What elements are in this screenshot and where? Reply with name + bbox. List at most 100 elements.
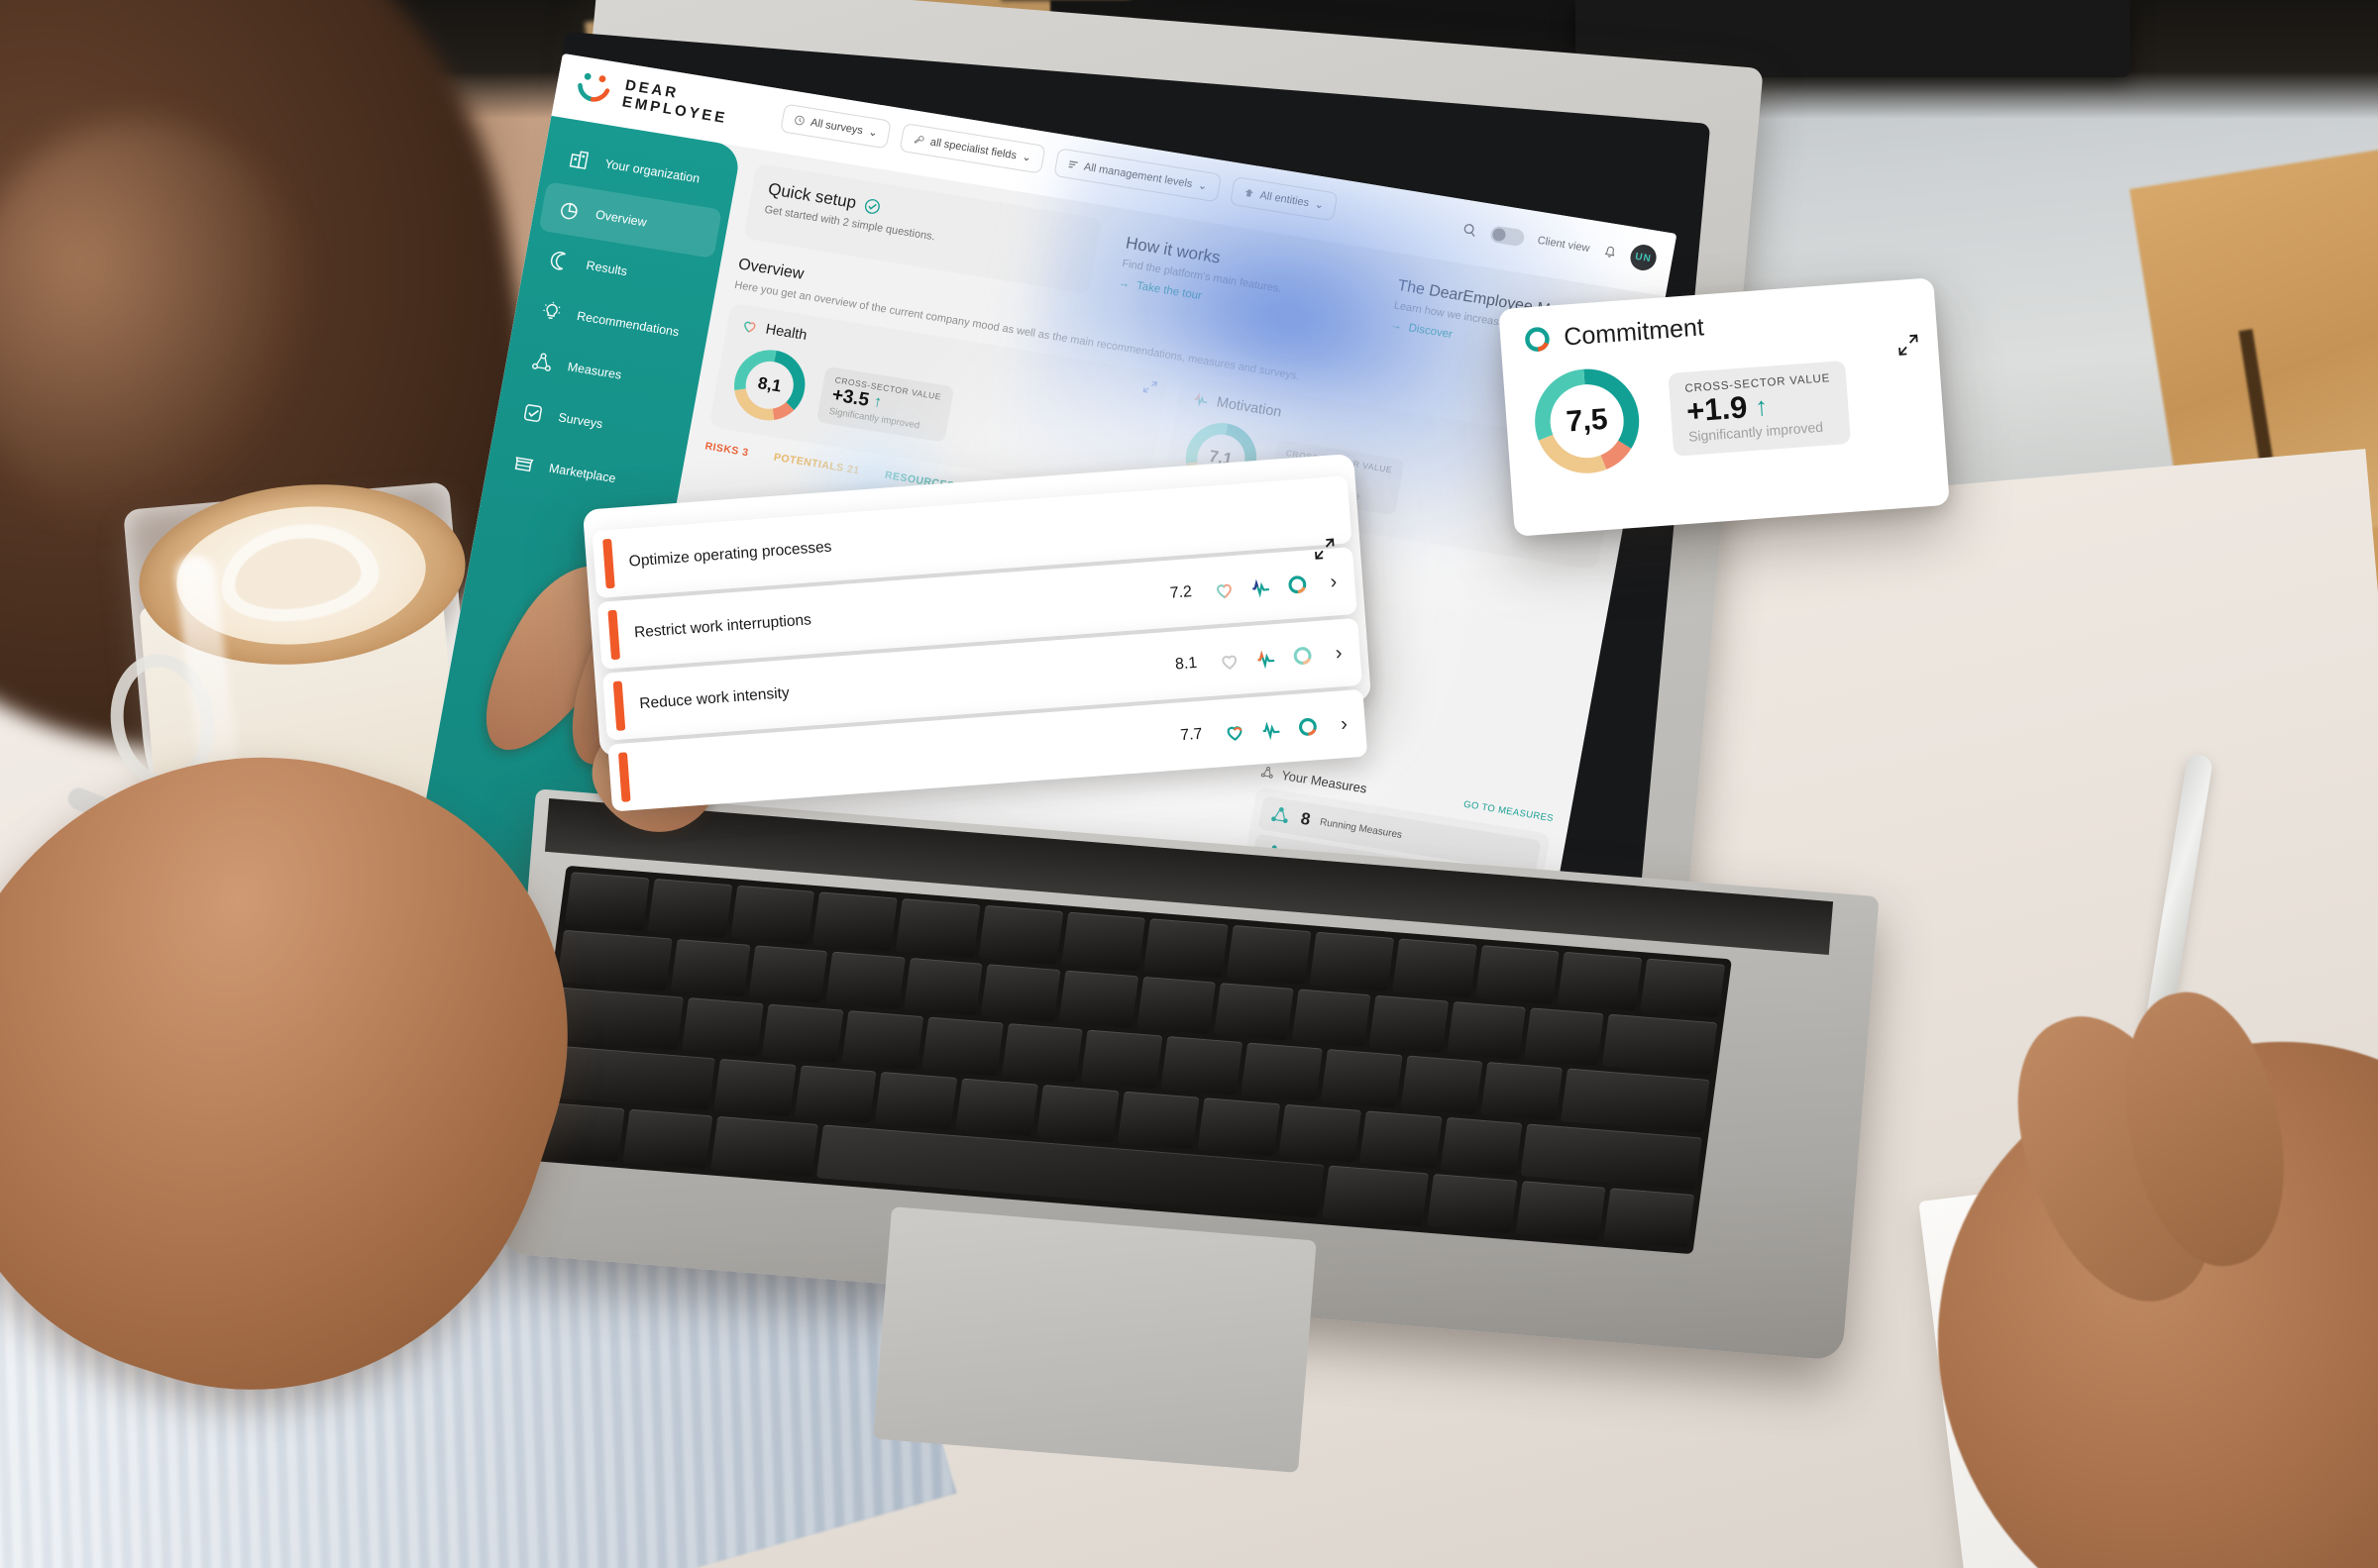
chevron-right-icon[interactable]: › <box>1335 642 1343 665</box>
topbar-actions: Client view UN <box>1460 216 1659 272</box>
filter-label: All entities <box>1258 188 1311 209</box>
expand-icon[interactable] <box>1895 332 1921 358</box>
dear-employee-logo-icon <box>572 66 618 112</box>
priority-bar <box>607 609 621 661</box>
sidebar-item-label: Measures <box>566 360 623 382</box>
pulse-icon <box>1263 721 1280 741</box>
recommendation-icons <box>1213 573 1309 601</box>
filter-specialist-fields[interactable]: all specialist fields ⌄ <box>899 123 1046 174</box>
filter-management-levels[interactable]: All management levels ⌄ <box>1052 148 1222 203</box>
building-icon <box>1244 188 1253 197</box>
metric-motivation-name: Motivation <box>1215 393 1283 421</box>
network-icon <box>532 353 551 371</box>
ring-icon <box>1525 327 1550 352</box>
levels-icon <box>1068 160 1078 168</box>
avatar[interactable]: UN <box>1628 243 1659 272</box>
filter-all-entities[interactable]: All entities ⌄ <box>1229 175 1339 222</box>
bell-icon[interactable] <box>1602 245 1618 261</box>
client-view-toggle[interactable] <box>1488 224 1526 247</box>
right-hand-finger-2 <box>2103 978 2307 1281</box>
metric-health-name: Health <box>764 321 809 344</box>
recommendation-score: 8.1 <box>1174 654 1198 674</box>
go-to-measures-link[interactable]: GO TO MEASURES <box>1462 799 1555 825</box>
pie-chart-icon <box>561 202 578 220</box>
filter-label: All surveys <box>810 116 864 137</box>
priority-bar <box>617 752 631 802</box>
commitment-cross-sector-value: CROSS-SECTOR VALUE +1.9 ↑ Significantly … <box>1668 360 1851 457</box>
background-wood-seam <box>2238 329 2333 840</box>
commitment-floating-card[interactable]: Commitment 7,5 CROSS-SECTOR VALUE +1.9 ↑… <box>1498 277 1950 537</box>
commitment-body: 7,5 CROSS-SECTOR VALUE +1.9 ↑ Significan… <box>1525 339 1925 484</box>
client-view-label: Client view <box>1536 234 1591 256</box>
latte-leaf-1 <box>214 514 384 631</box>
filter-label: all specialist fields <box>928 136 1018 161</box>
ring-icon <box>1288 575 1307 594</box>
brand-name: DEAR EMPLOYEE <box>621 77 732 128</box>
pulse-icon <box>1194 392 1207 407</box>
recommendation-score: 7.7 <box>1179 725 1204 745</box>
priority-bar <box>602 538 615 589</box>
sidebar-item-label: Your organization <box>603 157 702 186</box>
heart-icon <box>1222 655 1238 670</box>
photo-scene: DEAR EMPLOYEE All surveys ⌄ all speciali… <box>0 0 2378 1568</box>
sidebar-item-label: Surveys <box>557 410 604 432</box>
background-wood-bench-2 <box>2228 484 2378 962</box>
chevron-right-icon[interactable]: › <box>1330 571 1338 593</box>
running-label: Running Measures <box>1319 816 1403 841</box>
health-donut-chart: 8,1 <box>724 341 814 429</box>
network-icon <box>1271 806 1288 824</box>
arrow-up-icon: ↑ <box>1754 390 1770 422</box>
filter-label: All management levels <box>1083 160 1194 190</box>
chevron-down-icon: ⌄ <box>1313 198 1326 212</box>
store-icon <box>514 457 534 472</box>
notebook <box>1918 1138 2378 1568</box>
notebook-spiral <box>2254 1173 2339 1568</box>
sidebar-item-label: Marketplace <box>547 461 617 486</box>
latte-leaf-2 <box>229 530 366 617</box>
laptop-trackpad[interactable] <box>873 1206 1317 1473</box>
running-count: 8 <box>1299 808 1313 829</box>
network-icon <box>1260 767 1273 779</box>
recommendation-icons <box>1218 644 1314 673</box>
background-wood-bench <box>2129 114 2378 738</box>
recommendation-icons <box>1224 715 1320 744</box>
chevron-down-icon: ⌄ <box>1021 151 1032 164</box>
discover-label: Discover <box>1407 322 1454 342</box>
moon-chart-icon <box>550 252 566 270</box>
chevron-right-icon[interactable]: › <box>1340 712 1348 735</box>
pulse-icon <box>1252 578 1270 598</box>
ring-icon <box>1299 717 1318 736</box>
person-head-highlight <box>0 119 317 535</box>
chevron-down-icon: ⌄ <box>1197 179 1209 193</box>
sidebar-item-label: Recommendations <box>576 308 681 340</box>
wrench-icon <box>914 136 924 144</box>
ring-icon <box>1294 647 1312 665</box>
expand-icon[interactable] <box>1312 536 1338 562</box>
clock-icon <box>795 115 805 126</box>
heart-icon <box>1217 583 1233 599</box>
csv-value: +1.9 <box>1684 389 1749 429</box>
arrow-right-icon: → <box>1117 276 1132 291</box>
filter-all-surveys[interactable]: All surveys ⌄ <box>780 103 893 150</box>
method-title-prefix: The <box>1396 276 1431 299</box>
pulse-icon <box>1257 650 1275 670</box>
expand-icon[interactable] <box>1141 378 1159 395</box>
health-cross-sector-value: CROSS-SECTOR VALUE +3.5 ↑ Significantly … <box>815 366 955 443</box>
arrow-up-icon: ↑ <box>872 392 884 411</box>
take-the-tour-label: Take the tour <box>1135 279 1203 303</box>
check-circle-icon <box>864 198 880 214</box>
app-logo[interactable]: DEAR EMPLOYEE <box>572 66 732 131</box>
recommendation-label: Reduce work intensity <box>638 684 791 713</box>
recommendation-label: Restrict work interruptions <box>633 611 812 642</box>
sidebar-item-label: Overview <box>594 207 648 230</box>
building-icon <box>569 151 590 169</box>
search-icon[interactable] <box>1461 221 1479 238</box>
tab-risks[interactable]: RISKS 3 <box>704 440 750 459</box>
recommendation-label <box>645 736 1181 776</box>
chevron-down-icon: ⌄ <box>867 126 879 140</box>
heart-icon <box>744 321 756 333</box>
recommendation-score: 7.2 <box>1169 583 1193 602</box>
coffee-crema <box>131 470 474 679</box>
right-hand-finger-1 <box>1981 990 2250 1328</box>
tab-potentials[interactable]: POTENTIALS 21 <box>773 452 861 477</box>
